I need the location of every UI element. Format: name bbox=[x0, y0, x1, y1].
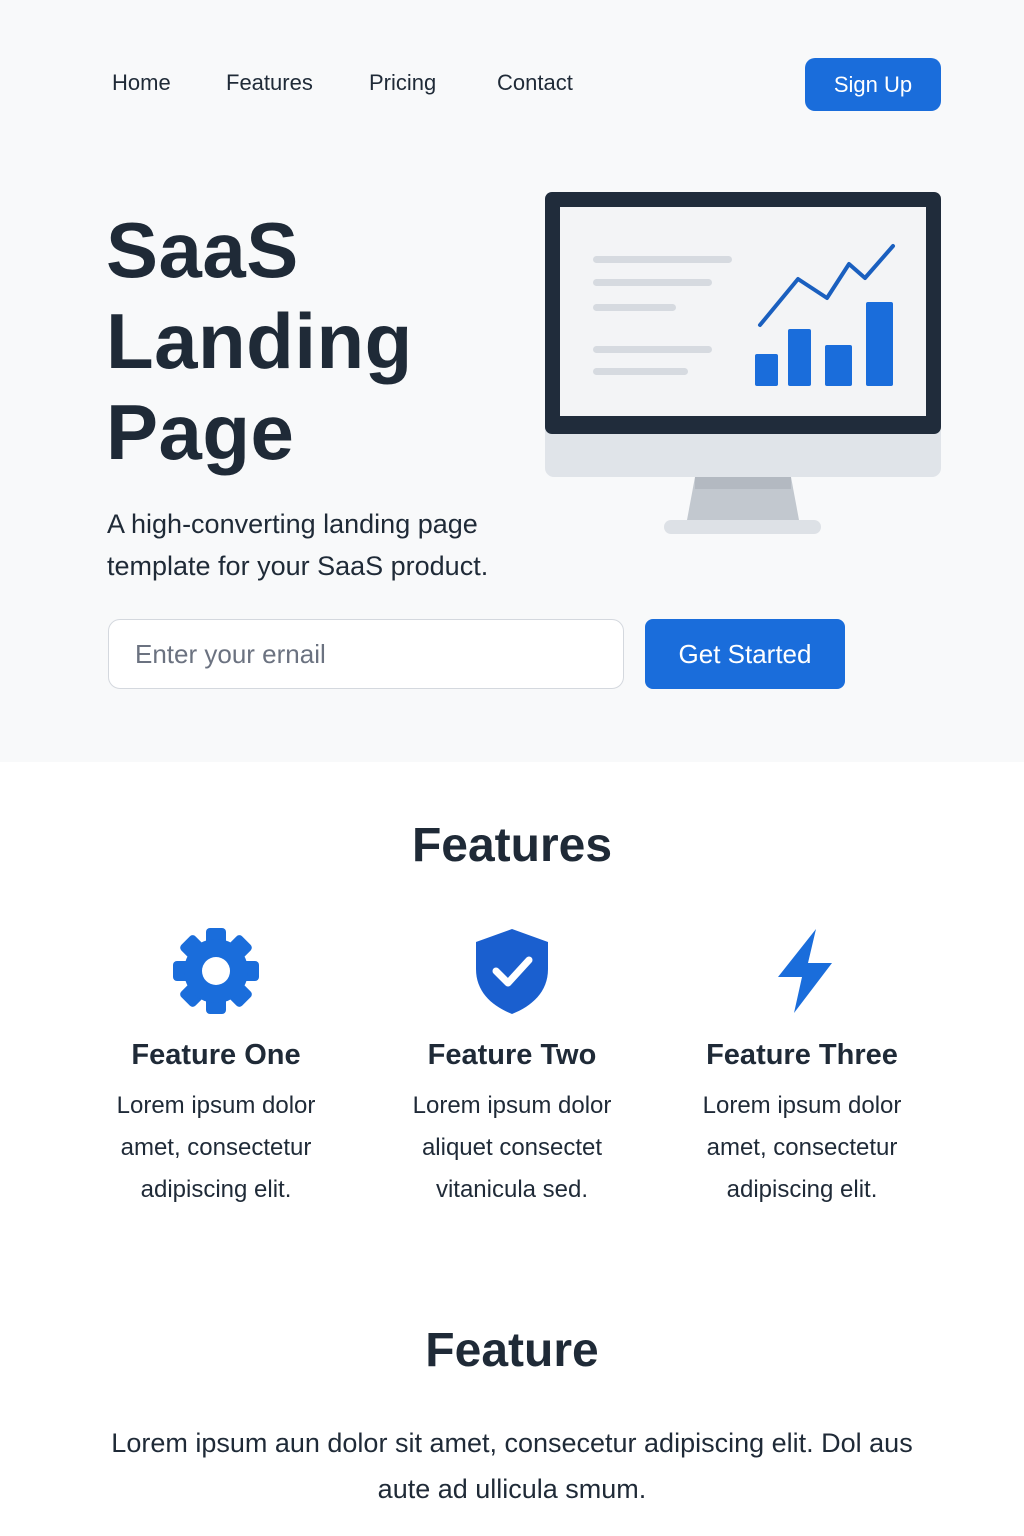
screen-bar bbox=[788, 329, 811, 386]
hero-title-line: SaaS bbox=[106, 206, 299, 294]
screen-bar bbox=[755, 354, 778, 386]
lightning-icon bbox=[778, 929, 832, 1013]
feature-card: Feature Two Lorem ipsum dolor aliquet co… bbox=[362, 925, 662, 1211]
feature-description: Lorem ipsum dolor amet, consectetur adip… bbox=[116, 1092, 316, 1203]
feature-title: Feature One bbox=[131, 1039, 301, 1071]
feature-card: Feature One Lorem ipsum dolor amet, cons… bbox=[66, 925, 366, 1211]
feature-section-text: Lorem ipsum aun dolor sit amet, consecet… bbox=[111, 1428, 913, 1504]
nav-link-contact[interactable]: Contact bbox=[497, 70, 573, 96]
screen-bar bbox=[825, 345, 852, 386]
feature-title: Feature Two bbox=[427, 1039, 597, 1071]
hero-title-line: Landing bbox=[106, 297, 413, 385]
screen-text-line bbox=[593, 346, 712, 353]
hero-title: SaaS Landing Page bbox=[106, 205, 526, 478]
screen-text-line bbox=[593, 256, 732, 263]
feature-card: Feature Three Lorem ipsum dolor amet, co… bbox=[652, 925, 952, 1211]
nav-link-features[interactable]: Features bbox=[226, 70, 313, 96]
screen-text-line bbox=[593, 304, 676, 311]
feature-description: Lorem ipsum dolor aliquet consectet vita… bbox=[412, 1092, 612, 1203]
sign-up-button[interactable]: Sign Up bbox=[805, 58, 941, 111]
monitor-chart-icon bbox=[545, 192, 941, 534]
screen-bar bbox=[866, 302, 893, 386]
feature-description: Lorem ipsum dolor amet, consectetur adip… bbox=[702, 1092, 902, 1203]
monitor-stand-neck bbox=[695, 477, 791, 489]
screen-text-line bbox=[593, 368, 688, 375]
features-heading: Features bbox=[411, 819, 613, 872]
nav-link-pricing[interactable]: Pricing bbox=[369, 70, 436, 96]
email-input[interactable] bbox=[108, 619, 624, 689]
feature-title: Feature Three bbox=[706, 1039, 898, 1071]
shield-check-icon bbox=[476, 929, 548, 1014]
gear-icon bbox=[173, 928, 259, 1014]
hero-subtitle: A high-converting landing page template … bbox=[107, 509, 489, 581]
get-started-button[interactable]: Get Started bbox=[645, 619, 845, 689]
feature-heading: Feature bbox=[425, 1324, 599, 1377]
monitor-base bbox=[664, 520, 821, 534]
screen-text-line bbox=[593, 279, 712, 286]
hero-title-line: Page bbox=[106, 388, 295, 476]
nav-link-home[interactable]: Home bbox=[112, 70, 171, 96]
